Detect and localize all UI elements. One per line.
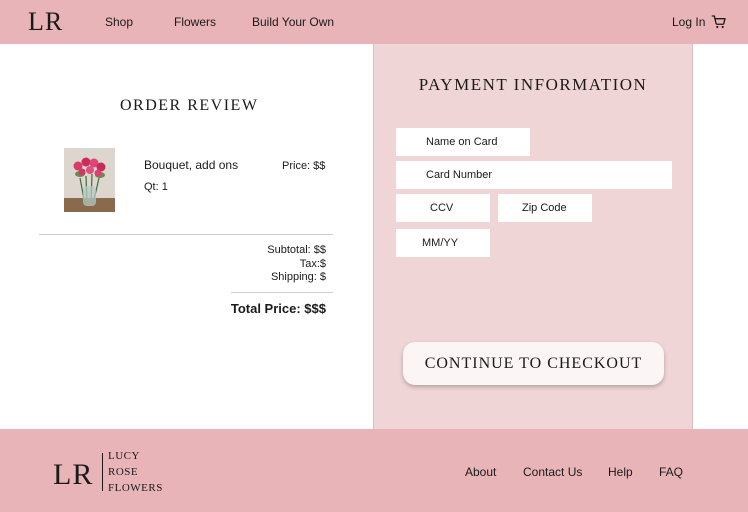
login-link[interactable]: Log In <box>672 15 705 29</box>
zip-code-input[interactable] <box>498 194 592 222</box>
shopping-cart-icon[interactable] <box>711 14 727 30</box>
ccv-input[interactable] <box>396 194 490 222</box>
order-divider <box>39 234 333 235</box>
payment-title: Payment Information <box>418 75 648 94</box>
total-price: Total Price: $$$ <box>230 301 326 316</box>
nav-shop[interactable]: Shop <box>105 15 133 29</box>
footer-brand-word: Rose <box>108 466 139 478</box>
footer-logo[interactable]: LR <box>53 458 93 492</box>
name-on-card-input[interactable] <box>396 128 530 156</box>
product-quantity: Qt: 1 <box>144 181 168 193</box>
card-number-input[interactable] <box>396 161 672 189</box>
bouquet-image <box>64 148 115 212</box>
product-price: Price: $$ <box>282 160 326 172</box>
footer-brand-word: Lucy <box>108 450 140 462</box>
footer-brand-word: Flowers <box>108 482 163 494</box>
footer-logo-divider <box>102 453 103 491</box>
site-logo[interactable]: LR <box>28 7 63 37</box>
payment-panel: Payment Information Continue to Checkout <box>373 44 693 429</box>
footer-help-link[interactable]: Help <box>608 465 633 479</box>
site-header: LR Shop Flowers Build Your Own Log In <box>0 0 748 44</box>
nav-build-your-own[interactable]: Build Your Own <box>252 15 334 29</box>
expiry-input[interactable] <box>396 229 490 257</box>
product-name: Bouquet, add ons <box>144 158 239 172</box>
continue-to-checkout-button[interactable]: Continue to Checkout <box>403 342 664 385</box>
footer-contact-link[interactable]: Contact Us <box>523 465 582 479</box>
footer-about-link[interactable]: About <box>465 465 496 479</box>
tax: Tax:$ <box>299 258 326 270</box>
shipping: Shipping: $ <box>270 271 326 283</box>
footer-faq-link[interactable]: FAQ <box>659 465 683 479</box>
site-footer: LR Lucy Rose Flowers About Contact Us He… <box>0 429 748 512</box>
order-review-title: Order Review <box>120 97 259 114</box>
total-divider <box>231 292 333 293</box>
nav-flowers[interactable]: Flowers <box>174 15 216 29</box>
subtotal: Subtotal: $$ <box>267 244 326 256</box>
